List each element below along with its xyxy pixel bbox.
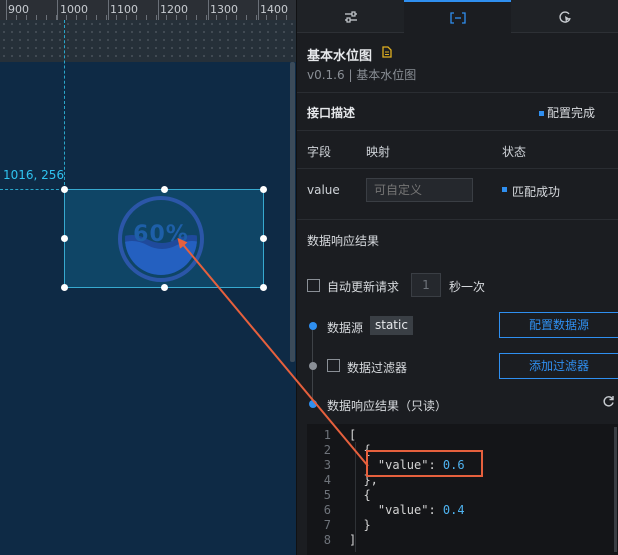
- json-viewer[interactable]: 1 2 3 4 5 6 7 8 [ { "value": 0.6 }, { "v…: [307, 424, 618, 555]
- resize-handle-tm[interactable]: [161, 186, 168, 193]
- auto-update-checkbox[interactable]: [307, 279, 320, 292]
- line-number: 8: [323, 533, 331, 547]
- ruler-tick-label: 1100: [110, 3, 138, 16]
- line-number: 4: [323, 473, 331, 487]
- code-line: {: [349, 488, 371, 502]
- selected-component[interactable]: 60%: [61, 186, 267, 291]
- field-name: value: [307, 183, 340, 197]
- gauge-percent-text: 60%: [133, 222, 189, 247]
- component-title: 基本水位图: [307, 49, 373, 64]
- line-number: 7: [323, 518, 331, 532]
- line-number: 3: [323, 458, 331, 472]
- vertical-guide-line: [64, 20, 65, 190]
- field-mapping-input[interactable]: [366, 178, 473, 202]
- response-section-title: 数据响应结果: [307, 234, 380, 248]
- code-line: ]: [349, 533, 357, 547]
- annotation-highlight-box: [366, 450, 483, 477]
- column-header-field: 字段: [307, 145, 332, 159]
- tab-style[interactable]: [297, 0, 404, 33]
- step-dot-icon: [309, 322, 317, 330]
- line-number: 1: [323, 428, 331, 442]
- tab-interaction[interactable]: [511, 0, 618, 33]
- refresh-icon[interactable]: [602, 395, 615, 408]
- interval-unit: 秒一次: [449, 280, 486, 294]
- ruler-tick-label: 1000: [60, 3, 88, 16]
- refresh-click-icon: [558, 10, 571, 23]
- step-dot-icon: [309, 362, 317, 370]
- ruler-tick-label: 1400: [260, 3, 288, 16]
- datasource-label: 数据源: [327, 321, 364, 335]
- resize-handle-ml[interactable]: [61, 235, 68, 242]
- line-number: 6: [323, 503, 331, 517]
- line-number: 2: [323, 443, 331, 457]
- code-line: }: [349, 518, 371, 532]
- api-description-title: 接口描述: [307, 106, 356, 120]
- sliders-icon: [344, 10, 357, 23]
- auto-update-label: 自动更新请求: [327, 280, 400, 294]
- ruler-tick-label: 1200: [160, 3, 188, 16]
- canvas-stage[interactable]: [0, 62, 296, 555]
- water-level-gauge: 60%: [117, 195, 205, 283]
- filter-checkbox[interactable]: [327, 359, 340, 372]
- column-header-map: 映射: [366, 145, 391, 159]
- config-status: 配置完成: [547, 106, 596, 120]
- code-line: [: [349, 428, 357, 442]
- resize-handle-br[interactable]: [260, 284, 267, 291]
- line-number: 5: [323, 488, 331, 502]
- step-dot-icon: [309, 400, 317, 408]
- interval-input[interactable]: 1: [411, 273, 441, 297]
- config-datasource-button[interactable]: 配置数据源: [499, 312, 618, 338]
- component-version: v0.1.6 | 基本水位图: [307, 68, 417, 82]
- panel-tabs: [297, 0, 618, 33]
- response-result-label: 数据响应结果（只读）: [327, 399, 448, 413]
- resize-handle-tl[interactable]: [61, 186, 68, 193]
- resize-handle-bm[interactable]: [161, 284, 168, 291]
- code-line: "value": 0.4: [349, 503, 465, 517]
- position-readout: 1016, 256: [3, 168, 65, 182]
- json-value: 0.4: [442, 503, 465, 517]
- bracket-icon: [449, 11, 466, 24]
- filter-label: 数据过滤器: [347, 361, 408, 375]
- code-scrollbar[interactable]: [614, 427, 617, 552]
- horizontal-ruler: 900 1000 1100 1200 1300 1400: [0, 0, 296, 20]
- canvas-margin-area: [0, 20, 296, 62]
- resize-handle-mr[interactable]: [260, 235, 267, 242]
- resize-handle-tr[interactable]: [260, 186, 267, 193]
- editor-canvas[interactable]: 900 1000 1100 1200 1300 1400 1016, 256 6…: [0, 0, 296, 555]
- match-status: 匹配成功: [512, 185, 561, 199]
- status-dot-icon: [502, 187, 507, 192]
- datasource-type-badge: static: [370, 316, 413, 335]
- canvas-scrollbar[interactable]: [290, 62, 295, 362]
- ruler-tick-label: 1300: [210, 3, 238, 16]
- column-header-status: 状态: [502, 145, 527, 159]
- document-icon[interactable]: [382, 46, 392, 58]
- tab-data[interactable]: [404, 0, 511, 33]
- horizontal-guide-line: [0, 189, 64, 190]
- add-filter-button[interactable]: 添加过滤器: [499, 353, 618, 379]
- resize-handle-bl[interactable]: [61, 284, 68, 291]
- status-dot-icon: [539, 111, 544, 116]
